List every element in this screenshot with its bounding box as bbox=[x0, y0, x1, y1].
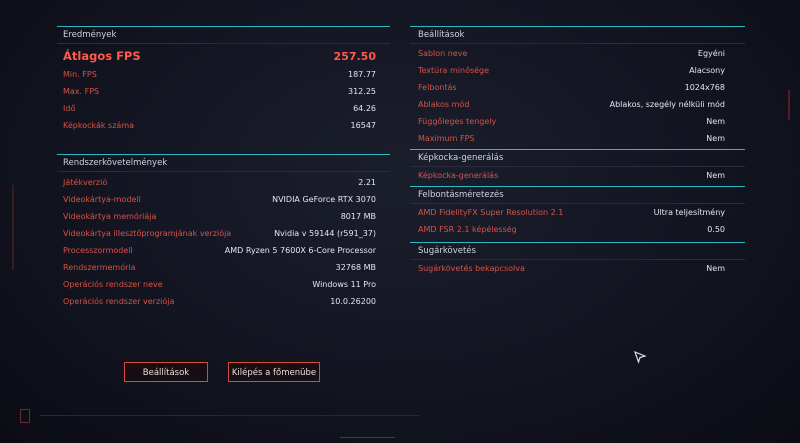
settings-header: Beállítások bbox=[410, 26, 745, 44]
row-label: AMD FidelityFX Super Resolution 2.1 bbox=[418, 208, 564, 217]
row-label: Felbontás bbox=[418, 83, 457, 92]
settings-row: Felbontás 1024x768 bbox=[410, 79, 745, 96]
left-edge-decoration bbox=[12, 185, 14, 270]
row-label: Képkocka-generálás bbox=[418, 171, 499, 180]
system-row: Videokártya memóriája 8017 MB bbox=[57, 208, 390, 225]
row-label: Ablakos mód bbox=[418, 100, 470, 109]
row-label: Min. FPS bbox=[63, 70, 97, 79]
row-value: Windows 11 Pro bbox=[312, 280, 376, 289]
row-value: 16547 bbox=[350, 121, 376, 130]
frame-gen-header: Képkocka-generálás bbox=[410, 149, 745, 167]
row-value: Egyéni bbox=[697, 49, 725, 58]
results-row: Idő 64.26 bbox=[57, 100, 390, 117]
row-value: 10.0.26200 bbox=[330, 297, 376, 306]
row-value: Nvidia v 59144 (r591_37) bbox=[274, 229, 376, 238]
system-row: Videokártya illesztőprogramjának verziój… bbox=[57, 225, 390, 242]
row-value: Ultra teljesítmény bbox=[653, 208, 725, 217]
main-menu-button[interactable]: Kilépés a főmenübe bbox=[228, 362, 320, 382]
system-row: Rendszermemória 32768 MB bbox=[57, 259, 390, 276]
row-label: Függőleges tengely bbox=[418, 117, 497, 126]
row-label: Textúra minősége bbox=[418, 66, 490, 75]
row-value: Nem bbox=[706, 134, 725, 143]
bottom-divider-line bbox=[40, 415, 420, 416]
row-value: 8017 MB bbox=[340, 212, 376, 221]
row-value: NVIDIA GeForce RTX 3070 bbox=[272, 195, 376, 204]
row-value: 32768 MB bbox=[335, 263, 376, 272]
row-value: Ablakos, szegély nélküli mód bbox=[609, 100, 725, 109]
settings-row: Függőleges tengely Nem bbox=[410, 113, 745, 130]
corner-logo-icon bbox=[20, 409, 30, 423]
row-value: Nem bbox=[706, 171, 725, 180]
row-label: Maximum FPS bbox=[418, 134, 475, 143]
row-label: Sablon neve bbox=[418, 49, 468, 58]
upscaling-row: AMD FSR 2.1 képélesség 0.50 bbox=[410, 221, 745, 238]
row-label: Sugárkövetés bekapcsolva bbox=[418, 264, 525, 273]
row-label: Operációs rendszer neve bbox=[63, 280, 163, 289]
row-label: Videokártya memóriája bbox=[63, 212, 157, 221]
system-row: Operációs rendszer verziója 10.0.26200 bbox=[57, 293, 390, 310]
settings-row: Textúra minősége Alacsony bbox=[410, 62, 745, 79]
row-label: Rendszermemória bbox=[63, 263, 136, 272]
left-panel: Eredmények Átlagos FPS 257.50 Min. FPS 1… bbox=[57, 26, 390, 310]
row-value: 1024x768 bbox=[684, 83, 725, 92]
results-row: Képkockák száma 16547 bbox=[57, 117, 390, 134]
row-value: Alacsony bbox=[689, 66, 725, 75]
row-label: Max. FPS bbox=[63, 87, 100, 96]
results-header: Eredmények bbox=[57, 26, 390, 44]
mouse-cursor-icon bbox=[633, 350, 647, 364]
row-value: 187.77 bbox=[348, 70, 376, 79]
row-label: Idő bbox=[63, 104, 76, 113]
system-row: Játékverzió 2.21 bbox=[57, 174, 390, 191]
row-label: Videokártya-modell bbox=[63, 195, 141, 204]
system-header: Rendszerkövetelmények bbox=[57, 154, 390, 172]
row-label: Képkockák száma bbox=[63, 121, 135, 130]
row-value: 2.21 bbox=[358, 178, 376, 187]
system-row: Processzormodell AMD Ryzen 5 7600X 6-Cor… bbox=[57, 242, 390, 259]
system-row: Operációs rendszer neve Windows 11 Pro bbox=[57, 276, 390, 293]
right-panel: Beállítások Sablon neve Egyéni Textúra m… bbox=[410, 26, 745, 277]
row-value: 64.26 bbox=[353, 104, 376, 113]
row-value: Nem bbox=[706, 264, 725, 273]
upscaling-header: Felbontásméretezés bbox=[410, 186, 745, 204]
row-label: AMD FSR 2.1 képélesség bbox=[418, 225, 517, 234]
row-value: 0.50 bbox=[707, 225, 725, 234]
row-value: 312.25 bbox=[348, 87, 376, 96]
raytracing-header: Sugárkövetés bbox=[410, 242, 745, 260]
settings-row: Sablon neve Egyéni bbox=[410, 45, 745, 62]
settings-button[interactable]: Beállítások bbox=[124, 362, 208, 382]
row-value: Nem bbox=[706, 117, 725, 126]
row-label: Videokártya illesztőprogramjának verziój… bbox=[63, 229, 232, 238]
right-edge-decoration bbox=[788, 90, 790, 120]
system-row: Videokártya-modell NVIDIA GeForce RTX 30… bbox=[57, 191, 390, 208]
results-row-avg-fps: Átlagos FPS 257.50 bbox=[57, 46, 390, 66]
settings-row: Ablakos mód Ablakos, szegély nélküli mód bbox=[410, 96, 745, 113]
settings-row: Maximum FPS Nem bbox=[410, 130, 745, 147]
avg-fps-value: 257.50 bbox=[333, 49, 376, 63]
results-row: Min. FPS 187.77 bbox=[57, 66, 390, 83]
row-value: AMD Ryzen 5 7600X 6-Core Processor bbox=[224, 246, 376, 255]
row-label: Játékverzió bbox=[63, 178, 108, 187]
row-label: Processzormodell bbox=[63, 246, 133, 255]
upscaling-row: AMD FidelityFX Super Resolution 2.1 Ultr… bbox=[410, 204, 745, 221]
results-row: Max. FPS 312.25 bbox=[57, 83, 390, 100]
row-label: Operációs rendszer verziója bbox=[63, 297, 175, 306]
bottom-center-mark bbox=[340, 437, 395, 438]
raytracing-row: Sugárkövetés bekapcsolva Nem bbox=[410, 260, 745, 277]
frame-gen-row: Képkocka-generálás Nem bbox=[410, 167, 745, 184]
avg-fps-label: Átlagos FPS bbox=[63, 49, 141, 63]
